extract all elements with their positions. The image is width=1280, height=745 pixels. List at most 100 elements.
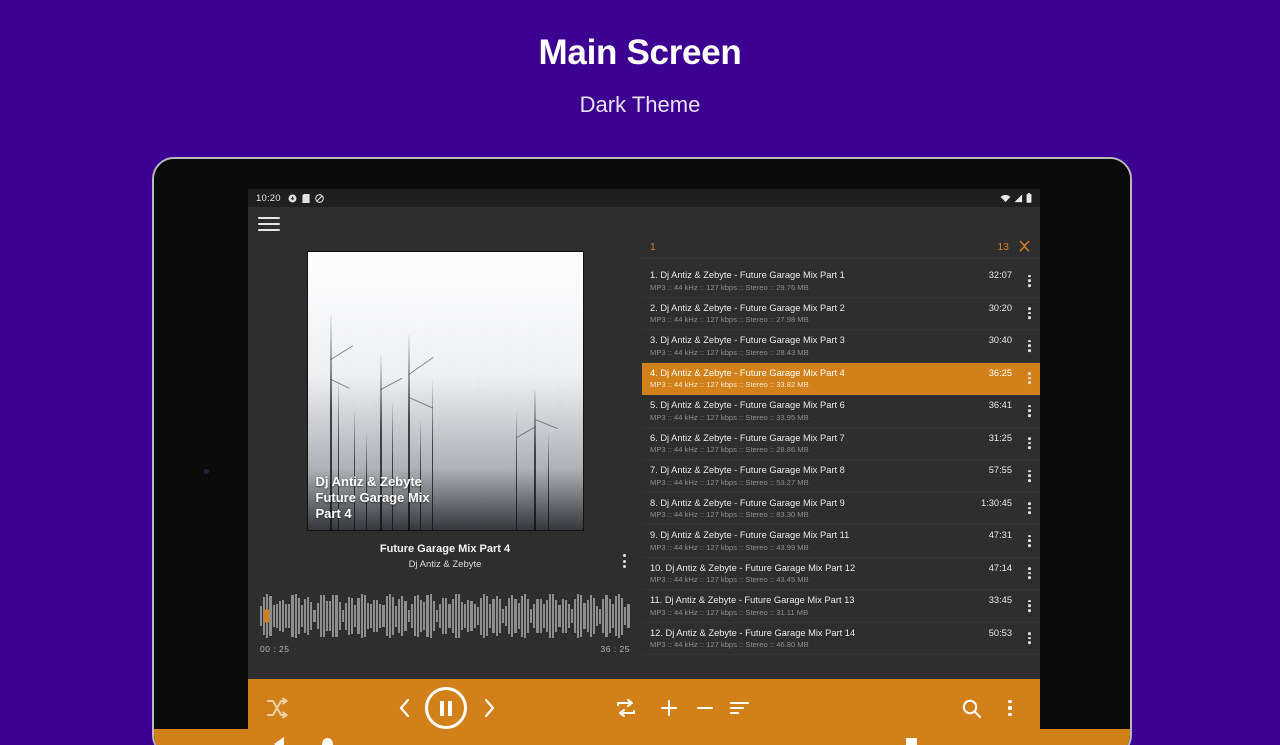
track-duration: 36:25 [989,368,1012,378]
waveform-bar [527,599,529,633]
track-overflow-icon[interactable] [1028,502,1031,514]
nav-back-icon[interactable] [274,737,284,745]
waveform-bar [549,594,551,638]
track-overflow-icon[interactable] [1028,567,1031,579]
playlist-pane: Default 13 / 8:45:46 / 485.54 MB 1 13 [642,207,1040,679]
search-icon[interactable] [960,697,982,719]
waveform-bar [502,609,504,624]
track-row[interactable]: 1. Dj Antiz & Zebyte - Future Garage Mix… [642,265,1040,298]
waveform-bar [351,598,353,633]
minus-icon[interactable] [694,697,716,719]
track-overflow-icon[interactable] [1028,470,1031,482]
track-overflow-icon[interactable] [1028,535,1031,547]
track-overflow-icon[interactable] [1028,275,1031,287]
waveform-bar [411,604,413,627]
page-title: Main Screen [0,33,1280,73]
more-vertical-icon[interactable] [1002,697,1018,719]
previous-track-icon[interactable] [392,695,418,721]
tablet-device-frame: 10:20 [152,157,1132,745]
waveform-bar [335,595,337,637]
waveform-bar [555,600,557,632]
waveform-bar [323,595,325,638]
track-duration: 47:14 [989,563,1012,573]
track-overflow-icon[interactable] [1028,437,1031,449]
track-row[interactable]: 10. Dj Antiz & Zebyte - Future Garage Mi… [642,558,1040,591]
hamburger-icon[interactable] [258,215,280,233]
waveform-bar [602,599,604,633]
track-overflow-icon[interactable] [1028,307,1031,319]
wifi-icon [1000,194,1011,203]
waveform-seekbar[interactable] [260,592,630,640]
track-overflow-icon[interactable] [1028,372,1031,384]
waveform-bar [288,604,290,629]
waveform-bar [455,594,457,638]
pause-icon[interactable] [425,687,467,729]
waveform-bar [376,600,378,631]
playlist-toolbar: 1 13 [642,234,1040,259]
waveform-bar [339,602,341,629]
track-title: 10. Dj Antiz & Zebyte - Future Garage Mi… [650,563,855,573]
track-row[interactable]: 7. Dj Antiz & Zebyte - Future Garage Mix… [642,460,1040,493]
track-title: 11. Dj Antiz & Zebyte - Future Garage Mi… [650,595,854,605]
waveform-bar [593,598,595,634]
track-overflow-icon[interactable] [1028,632,1031,644]
waveform-bar [307,597,309,635]
waveform-bar [508,598,510,635]
next-track-icon[interactable] [476,695,502,721]
waveform-bar [521,596,523,637]
waveform-bar [505,606,507,625]
waveform-bar [518,603,520,629]
waveform-bar [558,605,560,628]
track-row[interactable]: 2. Dj Antiz & Zebyte - Future Garage Mix… [642,298,1040,331]
waveform-bar [571,609,573,622]
page-subtitle: Dark Theme [0,92,1280,118]
track-row[interactable]: 4. Dj Antiz & Zebyte - Future Garage Mix… [642,363,1040,396]
waveform-bar [533,604,535,627]
waveform-bar [430,594,432,637]
android-status-bar: 10:20 [248,189,1040,207]
track-row[interactable]: 12. Dj Antiz & Zebyte - Future Garage Mi… [642,623,1040,656]
waveform-bar [546,600,548,631]
track-row[interactable]: 3. Dj Antiz & Zebyte - Future Garage Mix… [642,330,1040,363]
waveform-bar [480,598,482,635]
waveform-bar [536,599,538,633]
waveform-bar [580,595,582,637]
track-overflow-icon[interactable] [1028,600,1031,612]
track-row[interactable]: 8. Dj Antiz & Zebyte - Future Garage Mix… [642,493,1040,526]
sort-icon[interactable] [728,698,752,718]
waveform-bar [530,609,532,622]
track-title: 1. Dj Antiz & Zebyte - Future Garage Mix… [650,270,845,280]
plus-icon[interactable] [658,697,680,719]
chevron-collapse-icon[interactable] [1019,240,1030,253]
track-overflow-icon[interactable] [1028,340,1031,352]
track-row[interactable]: 5. Dj Antiz & Zebyte - Future Garage Mix… [642,395,1040,428]
waveform-bar [448,604,450,627]
waveform-bar [587,600,589,633]
waveform-bar [565,600,567,633]
waveform-bar [370,604,372,628]
track-title: 6. Dj Antiz & Zebyte - Future Garage Mix… [650,433,845,443]
status-left-icons [288,194,324,203]
waveform-bar [474,604,476,629]
track-row[interactable]: 11. Dj Antiz & Zebyte - Future Garage Mi… [642,590,1040,623]
track-meta: MP3 :: 44 kHz :: 127 kbps :: Stereo :: 2… [650,283,1012,292]
track-overflow-icon[interactable] [1028,405,1031,417]
track-row[interactable]: 6. Dj Antiz & Zebyte - Future Garage Mix… [642,428,1040,461]
waveform-bar [345,603,347,630]
waveform-bar [599,609,601,624]
waveform-bar [605,595,607,636]
waveform-bar [392,597,394,636]
shuffle-icon[interactable] [264,695,290,721]
track-row[interactable]: 9. Dj Antiz & Zebyte - Future Garage Mix… [642,525,1040,558]
waveform-bar [458,594,460,638]
album-art[interactable]: Dj Antiz & Zebyte Future Garage Mix Part… [307,251,584,531]
waveform-bar [279,601,281,632]
track-list[interactable]: 1. Dj Antiz & Zebyte - Future Garage Mix… [642,265,1040,679]
repeat-icon[interactable] [614,697,638,719]
now-playing-overflow-icon[interactable] [623,554,626,568]
track-duration: 1:30:45 [981,498,1012,508]
waveform-bar [483,594,485,638]
nav-home-icon[interactable] [322,738,333,745]
nav-recents-icon[interactable] [906,738,917,745]
waveform-bar [612,604,614,627]
